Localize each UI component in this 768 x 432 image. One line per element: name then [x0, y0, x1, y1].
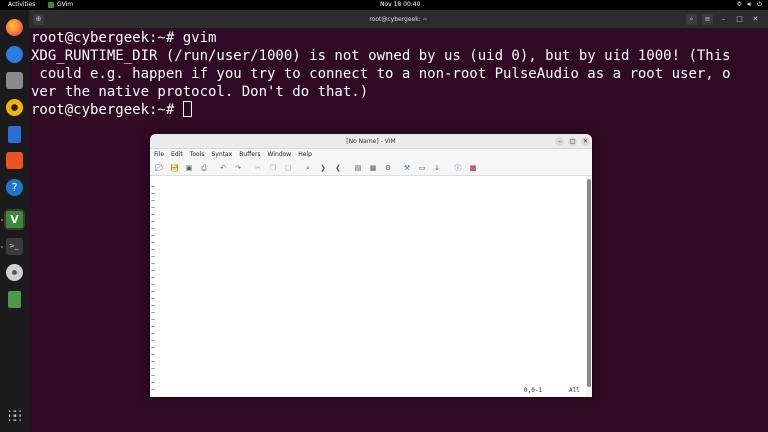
open-icon[interactable]: 📂︎ [155, 164, 164, 172]
print-icon[interactable]: ⎙ [200, 164, 208, 172]
maximize-button[interactable]: □ [734, 14, 745, 25]
system-menu[interactable]: ⥁ 🔊︎ ⏻ [737, 0, 762, 10]
dvd-icon [6, 264, 23, 281]
search-button[interactable]: ⌕ [686, 14, 697, 25]
help-icon: ? [6, 179, 23, 196]
gvim-icon: V [6, 211, 23, 228]
save-icon[interactable]: 💾︎ [170, 164, 179, 172]
close-button[interactable]: ✕ [581, 137, 590, 146]
minimize-button[interactable]: – [555, 137, 564, 146]
save-session-icon[interactable]: ▦ [369, 164, 377, 172]
writer-icon [8, 126, 21, 143]
paste-icon[interactable]: ❏ [284, 164, 292, 172]
menu-tools[interactable]: Tools [190, 149, 205, 160]
help-icon[interactable]: ⓘ [454, 164, 462, 172]
dock-item-help[interactable]: ? [4, 177, 25, 198]
terminal-line: root@cybergeek:~# gvim [31, 30, 217, 46]
clock[interactable]: Nov 18 00:40 [380, 0, 420, 10]
menu-buffers[interactable]: Buffers [239, 149, 260, 160]
menu-help[interactable]: Help [298, 149, 312, 160]
gvim-window: [No Name] - VIM – □ ✕ File Edit Tools Sy… [150, 134, 592, 397]
menu-file[interactable]: File [154, 149, 164, 160]
dock-item-dvd[interactable] [4, 262, 25, 283]
terminal-title: root@cybergeek: ~ [369, 16, 428, 23]
scrollbar-thumb[interactable] [587, 179, 591, 387]
firefox-icon [6, 19, 23, 36]
gvim-title: [No Name] - VIM [346, 138, 396, 145]
find-next-icon[interactable]: ❯ [319, 164, 327, 172]
dock-item-firefox[interactable] [4, 17, 25, 38]
gvim-scrollbar[interactable] [586, 176, 592, 397]
terminal-prompt-line: root@cybergeek:~# [31, 101, 192, 119]
terminal-line: could e.g. happen if you try to connect … [31, 66, 731, 82]
terminal-line: ver the native protocol. Don't do that.) [31, 84, 369, 100]
find-replace-icon[interactable]: ⌕ [304, 164, 312, 172]
close-button[interactable]: ✕ [750, 14, 761, 25]
menu-window[interactable]: Window [268, 149, 292, 160]
trash-icon [8, 291, 21, 308]
minimize-button[interactable]: – [718, 14, 729, 25]
show-apps-icon: ∷∷ ∷∷ [8, 406, 22, 425]
power-icon: ⏻ [757, 1, 762, 8]
cut-icon[interactable]: ✂ [254, 164, 262, 172]
redo-icon[interactable]: ↷ [234, 164, 242, 172]
menu-edit[interactable]: Edit [171, 149, 183, 160]
menu-syntax[interactable]: Syntax [211, 149, 232, 160]
network-icon: ⥁ [737, 1, 742, 8]
terminal-line: XDG_RUNTIME_DIR (/run/user/1000) is not … [31, 48, 731, 64]
menu-button[interactable]: ≡ [702, 14, 713, 25]
dock-item-gvim[interactable]: V [4, 209, 25, 230]
show-apps-button[interactable]: ∷∷ ∷∷ [4, 405, 25, 426]
dock-item-thunderbird[interactable] [4, 44, 25, 65]
app-menu[interactable]: GVim [48, 0, 73, 10]
cursor-position: 0,0-1 [524, 387, 543, 394]
gvim-titlebar[interactable]: [No Name] - VIM – □ ✕ [150, 134, 592, 149]
gvim-toolbar: 📂︎ 💾︎ ▣ ⎙ ↶ ↷ ✂ ❐ ❏ ⌕ ❯ ❮ ▤ ▦ ⚙ ⚒ ▭ ↓ ⓘ … [150, 160, 592, 176]
volume-icon: 🔊︎ [747, 1, 752, 8]
dock-item-writer[interactable] [4, 124, 25, 145]
dock: ? V >_ ∷∷ ∷∷ [0, 10, 29, 432]
terminal-icon: >_ [6, 238, 23, 255]
top-bar: Activities GVim Nov 18 00:40 ⥁ 🔊︎ ⏻ [0, 0, 768, 10]
software-icon [6, 152, 23, 169]
dock-item-rhythmbox[interactable] [4, 97, 25, 118]
undo-icon[interactable]: ↶ [219, 164, 227, 172]
save-all-icon[interactable]: ▣ [185, 164, 193, 172]
running-indicator [1, 219, 3, 221]
files-icon [6, 72, 23, 89]
gvim-editor[interactable]: ~ ~ ~ ~ ~ ~ ~ ~ ~ ~ ~ ~ ~ ~ ~ ~ ~ ~ ~ ~ ~ ~ ~ ~ ~ ~ ~ ~ ~ ~ [150, 176, 586, 397]
run-script-icon[interactable]: ⚙ [384, 164, 392, 172]
load-session-icon[interactable]: ▤ [354, 164, 362, 172]
rhythmbox-icon [6, 99, 23, 116]
app-name: GVim [57, 1, 74, 8]
terminal-headerbar: ⊕ root@cybergeek: ~ ⌕ ≡ – □ ✕ [29, 10, 768, 29]
maximize-button[interactable]: □ [568, 137, 577, 146]
thunderbird-icon [6, 46, 23, 63]
activities-button[interactable]: Activities [8, 0, 35, 10]
dock-item-files[interactable] [4, 70, 25, 91]
find-help-icon[interactable]: ▩ [469, 164, 477, 172]
gvim-menubar: File Edit Tools Syntax Buffers Window He… [150, 149, 592, 160]
scroll-position: All [569, 387, 580, 394]
make-icon[interactable]: ⚒ [403, 164, 411, 172]
running-indicator [1, 246, 3, 248]
dock-item-trash[interactable] [4, 289, 25, 310]
empty-line-tilde: ~ [151, 386, 156, 394]
dock-item-software[interactable] [4, 150, 25, 171]
copy-icon[interactable]: ❐ [269, 164, 277, 172]
make-tags-icon[interactable]: ↓ [433, 164, 441, 172]
shell-icon[interactable]: ▭ [418, 164, 426, 172]
terminal-prompt: root@cybergeek:~# [31, 102, 183, 118]
terminal-cursor [182, 101, 192, 117]
dock-item-terminal[interactable]: >_ [4, 236, 25, 257]
find-prev-icon[interactable]: ❮ [334, 164, 342, 172]
gvim-icon [48, 2, 54, 8]
